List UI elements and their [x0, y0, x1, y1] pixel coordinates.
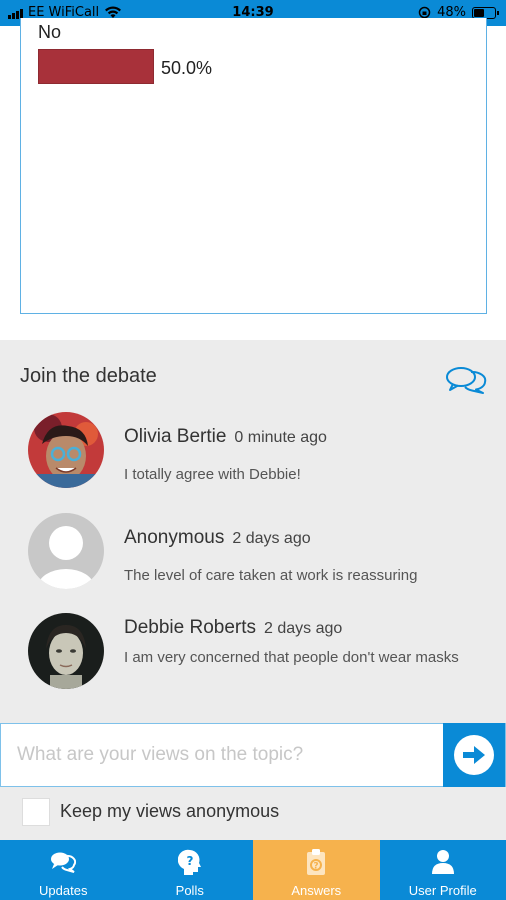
anonymous-option-row: Keep my views anonymous [0, 787, 506, 840]
avatar [28, 513, 104, 589]
comment-text: I am very concerned that people don't we… [124, 649, 459, 666]
comment-input[interactable] [1, 724, 445, 785]
comments-icon[interactable] [445, 365, 489, 395]
comment-timestamp: 2 days ago [264, 620, 343, 637]
battery-fill [474, 8, 484, 17]
arrow-right-icon [454, 734, 494, 775]
comment-text: I totally agree with Debbie! [124, 466, 301, 483]
debate-title: Join the debate [20, 365, 157, 387]
nav-answers[interactable]: ? Answers [253, 840, 380, 900]
anonymous-checkbox[interactable] [22, 798, 50, 826]
default-avatar-icon [28, 513, 104, 589]
nav-label: Polls [175, 883, 204, 898]
comment-author-name: Olivia Bertie [124, 426, 227, 447]
nav-label: User Profile [408, 883, 477, 898]
battery-icon [472, 6, 499, 19]
svg-text:?: ? [314, 862, 319, 872]
comment-author-name: Debbie Roberts [124, 617, 257, 638]
poll-option-label: No [38, 22, 62, 42]
nav-polls[interactable]: ? Polls [127, 840, 254, 900]
comment-author: Anonymous 2 days ago [124, 527, 311, 549]
clipboard-icon: ? [305, 849, 327, 875]
nav-label: Answers [291, 883, 342, 898]
poll-percentage: 50.0% [161, 58, 213, 78]
comment-author: Debbie Roberts 2 days ago [124, 617, 342, 639]
comment-author-name: Anonymous [124, 527, 225, 548]
send-button[interactable] [443, 722, 505, 787]
bottom-navigation: Updates ? Polls ? Answers User Profile [0, 840, 506, 900]
poll-result-bar [38, 49, 154, 84]
comment-author: Olivia Bertie 0 minute ago [124, 426, 327, 448]
avatar [28, 412, 104, 488]
user-photo-icon [28, 613, 104, 689]
user-icon [431, 849, 455, 875]
head-question-icon: ? [177, 849, 202, 875]
comment-timestamp: 2 days ago [232, 530, 311, 547]
anonymous-label: Keep my views anonymous [60, 801, 280, 821]
comment-composer [0, 722, 506, 787]
chat-bubbles-icon [50, 849, 77, 875]
nav-user-profile[interactable]: User Profile [380, 840, 506, 900]
user-photo-icon [28, 412, 104, 488]
comment-timestamp: 0 minute ago [234, 429, 327, 446]
nav-label: Updates [39, 883, 88, 898]
nav-updates[interactable]: Updates [0, 840, 127, 900]
poll-results-card: No 50.0% [20, 18, 487, 314]
comment-text: The level of care taken at work is reass… [124, 567, 418, 584]
avatar [28, 613, 104, 689]
svg-text:?: ? [186, 854, 193, 868]
